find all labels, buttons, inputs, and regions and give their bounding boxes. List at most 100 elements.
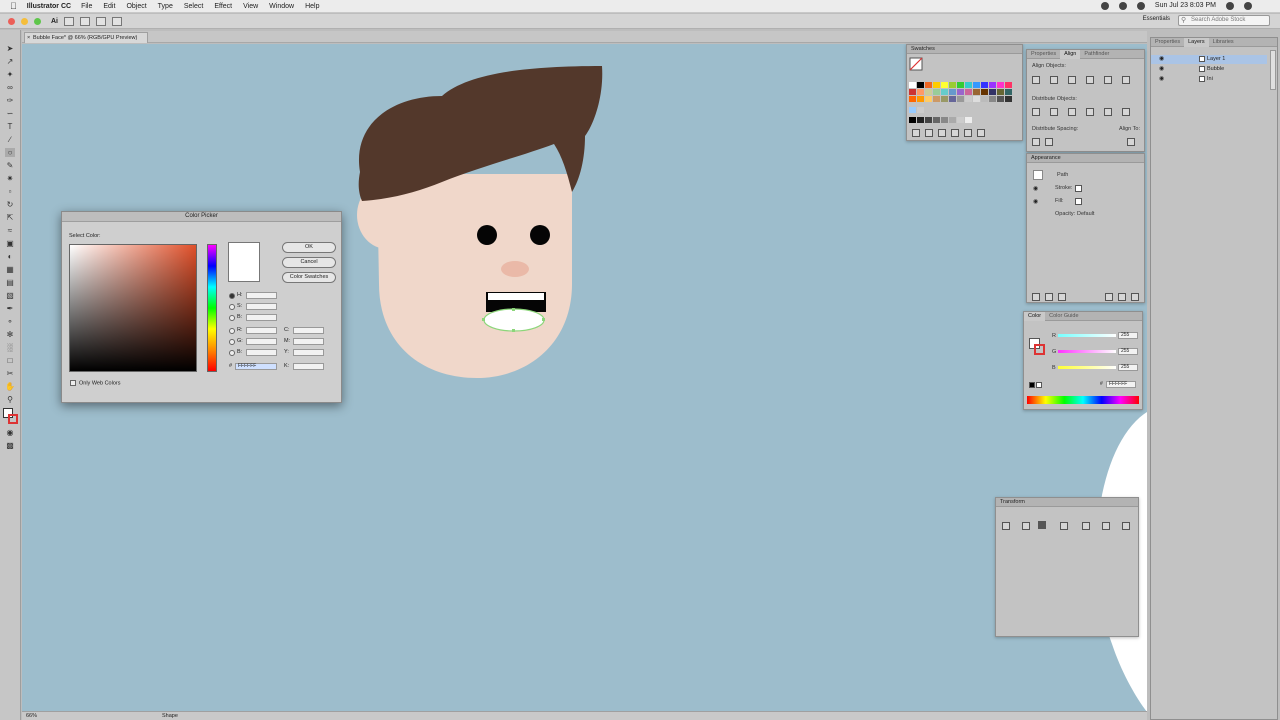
eyedropper-tool-icon[interactable]: ✒ [5,304,15,313]
zoom-window-icon[interactable] [34,17,41,25]
drawing-modes-icon[interactable]: ◉ [5,428,15,437]
zoom-tool-icon[interactable]: ⚲ [5,395,15,404]
teeth-shape[interactable] [488,293,544,300]
status-zoom[interactable]: 66% [26,713,37,719]
workspace-selector[interactable]: Essentials [1143,16,1170,22]
align-right-icon[interactable] [1068,76,1076,84]
layer-row-3[interactable]: ◉ Ini [1151,75,1267,84]
white-swatch[interactable] [1036,382,1042,388]
ok-button[interactable]: OK [282,242,336,253]
hand-tool-icon[interactable]: ✋ [5,382,15,391]
tab-layers[interactable]: Layers [1184,38,1209,47]
r-radio[interactable] [229,328,235,334]
paintbrush-tool-icon[interactable]: ✎ [5,161,15,170]
right-eye-shape[interactable] [530,225,550,245]
minimize-window-icon[interactable] [21,17,28,25]
close-tab-icon[interactable]: × [27,33,30,43]
distribute-left-icon[interactable] [1086,108,1094,116]
blue-value-input[interactable]: 255 [1118,364,1138,371]
s-input[interactable] [246,303,277,310]
selected-shape-icon[interactable] [1038,521,1046,529]
lasso-tool-icon[interactable]: ∞ [5,83,15,92]
color-panel-stroke-swatch[interactable] [1034,344,1045,355]
s-radio[interactable] [229,304,235,310]
gradient-tool-icon[interactable]: ▧ [5,291,15,300]
saturation-brightness-field[interactable] [69,244,197,372]
m-input[interactable] [293,338,324,345]
horizontal-spacing-icon[interactable] [1045,138,1053,146]
mesh-tool-icon[interactable]: ▤ [5,278,15,287]
black-swatch[interactable] [1029,382,1035,388]
tab-align[interactable]: Align [1060,50,1081,59]
g-input[interactable] [246,338,277,345]
selection-tool-icon[interactable]: ➤ [5,44,15,53]
wifi-icon[interactable] [1118,2,1127,10]
distribute-bottom-icon[interactable] [1068,108,1076,116]
add-fill-icon[interactable] [1045,293,1053,301]
h-radio[interactable] [229,293,235,299]
artboard-tool-icon[interactable]: □ [5,356,15,365]
blue-input[interactable] [246,349,277,356]
eye-icon[interactable]: ◉ [1159,75,1164,82]
layers-scrollbar[interactable] [1270,50,1276,90]
layer-name[interactable]: Ini [1207,76,1213,82]
curvature-tool-icon[interactable]: ∽ [5,109,15,118]
column-graph-tool-icon[interactable]: ░ [5,343,15,352]
distribute-right-icon[interactable] [1122,108,1130,116]
tab-libraries[interactable]: Libraries [1209,38,1238,47]
align-vcenter-icon[interactable] [1104,76,1112,84]
layer-row-2[interactable]: ◉ Bubble [1151,65,1267,74]
menu-window[interactable]: Window [269,3,294,10]
tab-color-guide[interactable]: Color Guide [1045,312,1082,321]
stroke-visibility-icon[interactable]: ◉ [1033,185,1038,192]
distribute-hcenter-icon[interactable] [1104,108,1112,116]
menu-effect[interactable]: Effect [214,3,232,10]
color-hex-input[interactable]: FFFFFF [1106,381,1136,388]
stock-search-input[interactable]: ⚲ Search Adobe Stock [1178,15,1270,26]
menu-help[interactable]: Help [305,3,319,10]
anchor-point-top[interactable] [512,308,515,311]
shape-builder-tool-icon[interactable]: ◐ [5,252,15,261]
y-input[interactable] [293,349,324,356]
align-to-selection-icon[interactable] [1127,138,1135,146]
add-effect-icon[interactable] [1058,293,1066,301]
align-top-icon[interactable] [1086,76,1094,84]
arrow-shape-icon[interactable] [1082,522,1090,530]
c-input[interactable] [293,327,324,334]
app-menu[interactable]: Illustrator CC [27,3,71,10]
distribute-vcenter-icon[interactable] [1050,108,1058,116]
bridge-button[interactable] [64,16,74,26]
green-slider[interactable] [1058,350,1116,353]
nose-shape[interactable] [501,261,529,277]
arrange-documents-button[interactable] [96,16,106,26]
tab-color[interactable]: Color [1024,312,1046,321]
tongue-selected-shape[interactable] [483,308,545,332]
tab-properties-right[interactable]: Properties [1151,38,1184,47]
status-icon[interactable] [1100,2,1109,10]
r-input[interactable] [246,327,277,334]
eraser-tool-icon[interactable]: ▫ [5,187,15,196]
face-shape[interactable] [377,174,572,378]
duplicate-item-icon[interactable] [1118,293,1126,301]
left-eye-shape[interactable] [477,225,497,245]
swatch-options-icon[interactable] [938,129,946,137]
new-color-group-icon[interactable] [951,129,959,137]
red-slider[interactable] [1058,334,1116,337]
tab-properties[interactable]: Properties [1027,50,1060,59]
cancel-button[interactable]: Cancel [282,257,336,268]
b-radio[interactable] [229,315,235,321]
fill-swatch[interactable] [1075,198,1082,205]
red-value-input[interactable]: 255 [1118,332,1138,339]
g-radio[interactable] [229,339,235,345]
slice-tool-icon[interactable]: ✂ [5,369,15,378]
anchor-point-bottom[interactable] [512,329,515,332]
layer-row-1[interactable]: ◉ Layer 1 [1151,55,1267,64]
blend-tool-icon[interactable]: ⚬ [5,317,15,326]
green-value-input[interactable]: 255 [1118,348,1138,355]
rectangle-shape-icon[interactable] [1060,522,1068,530]
menu-type[interactable]: Type [158,3,173,10]
eye-icon[interactable]: ◉ [1159,55,1164,62]
pen-tool-icon[interactable]: ✑ [5,96,15,105]
stroke-swatch[interactable] [1075,185,1082,192]
delete-swatch-icon[interactable] [977,129,985,137]
